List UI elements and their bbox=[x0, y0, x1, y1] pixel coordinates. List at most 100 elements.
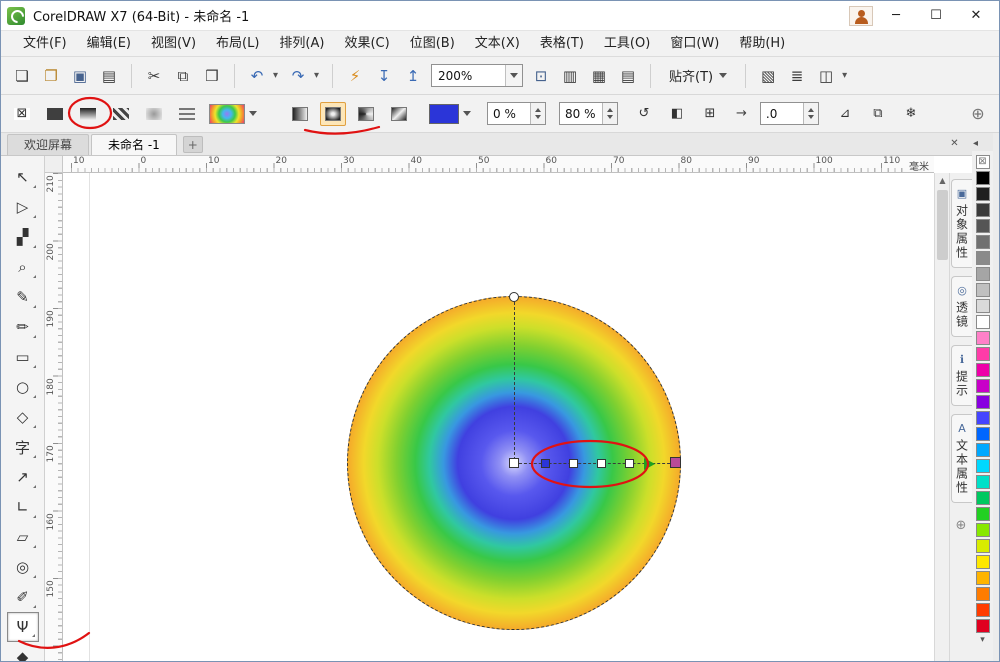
application-list-button[interactable]: ≣ bbox=[784, 63, 810, 89]
no-color-swatch[interactable]: ⊠ bbox=[976, 155, 990, 169]
scale-transparency-button[interactable]: ⊞ bbox=[697, 102, 723, 126]
scrollbar-thumb[interactable] bbox=[937, 190, 948, 260]
uniform-transparency-button[interactable] bbox=[42, 102, 68, 126]
parallel-dimension-tool[interactable]: ↗ bbox=[7, 462, 39, 492]
gradient-node-4[interactable] bbox=[625, 459, 634, 468]
artistic-media-tool[interactable]: ✏ bbox=[7, 312, 39, 342]
open-button[interactable]: ❐ bbox=[38, 63, 64, 89]
color-swatch[interactable] bbox=[976, 603, 990, 617]
contour-tool[interactable]: ◎ bbox=[7, 552, 39, 582]
menu-edit[interactable]: 编辑(E) bbox=[77, 32, 141, 56]
color-swatch[interactable] bbox=[976, 411, 990, 425]
linear-transparency-button[interactable] bbox=[287, 102, 313, 126]
drop-shadow-tool[interactable]: ▱ bbox=[7, 522, 39, 552]
color-swatch[interactable] bbox=[976, 315, 990, 329]
shape-tool[interactable]: ▷ bbox=[7, 192, 39, 222]
skew-transparency-button[interactable]: ⊿ bbox=[832, 102, 858, 126]
color-swatch[interactable] bbox=[976, 251, 990, 265]
color-swatch[interactable] bbox=[976, 587, 990, 601]
fullscreen-preview-button[interactable]: ⊡ bbox=[528, 63, 554, 89]
menu-window[interactable]: 窗口(W) bbox=[660, 32, 729, 56]
undo-dropdown[interactable]: ▾ bbox=[269, 63, 282, 89]
color-swatch[interactable] bbox=[976, 539, 990, 553]
zoom-dropdown-icon[interactable] bbox=[505, 65, 522, 86]
color-eyedropper-tool[interactable]: ✐ bbox=[7, 582, 39, 612]
color-swatch[interactable] bbox=[976, 459, 990, 473]
save-button[interactable]: ▣ bbox=[67, 63, 93, 89]
picker-dropdown-icon[interactable] bbox=[245, 104, 260, 124]
fountain-transparency-button[interactable] bbox=[75, 102, 101, 126]
gradient-center-handle[interactable] bbox=[509, 458, 519, 468]
color-swatch[interactable] bbox=[976, 283, 990, 297]
mirror-transparency-button[interactable]: ◧ bbox=[664, 102, 690, 126]
show-guidelines-button[interactable]: ▤ bbox=[615, 63, 641, 89]
gradient-node-selected[interactable] bbox=[541, 459, 550, 468]
menu-bitmaps[interactable]: 位图(B) bbox=[400, 32, 465, 56]
color-swatch[interactable] bbox=[976, 395, 990, 409]
tab-welcome-screen[interactable]: 欢迎屏幕 bbox=[7, 134, 89, 155]
rotation-spinner[interactable]: .0 bbox=[760, 102, 819, 125]
menu-text[interactable]: 文本(X) bbox=[465, 32, 530, 56]
redo-dropdown[interactable]: ▾ bbox=[310, 63, 323, 89]
spinner-stepper[interactable] bbox=[530, 103, 545, 124]
connector-tool[interactable]: ∟ bbox=[7, 492, 39, 522]
horizontal-ruler[interactable]: 100102030405060708090100110 毫米 bbox=[63, 156, 934, 173]
user-account-button[interactable] bbox=[849, 6, 873, 26]
drawing-canvas[interactable] bbox=[63, 173, 934, 662]
reverse-transparency-button[interactable]: ↺ bbox=[631, 102, 657, 126]
tab-untitled-1[interactable]: 未命名 -1 bbox=[91, 134, 177, 155]
options-button[interactable]: ▧ bbox=[755, 63, 781, 89]
import-button[interactable]: ↧ bbox=[371, 63, 397, 89]
color-swatch[interactable] bbox=[976, 507, 990, 521]
copy-transparency-button[interactable]: ⧉ bbox=[865, 102, 891, 126]
maximize-button[interactable]: ☐ bbox=[919, 4, 953, 28]
pick-tool[interactable]: ↖ bbox=[7, 162, 39, 192]
color-swatch[interactable] bbox=[976, 363, 990, 377]
undo-button[interactable]: ↶ bbox=[244, 63, 270, 89]
docker-close-button[interactable]: ✕ bbox=[947, 136, 962, 151]
rotation-value[interactable]: .0 bbox=[761, 103, 803, 124]
menu-layout[interactable]: 布局(L) bbox=[206, 32, 269, 56]
app-launcher-button[interactable]: ⚡ bbox=[342, 63, 368, 89]
color-dropdown-icon[interactable] bbox=[459, 104, 474, 124]
color-swatch[interactable] bbox=[976, 555, 990, 569]
gradient-direction-arrow[interactable] bbox=[644, 458, 655, 470]
docker-tab-object-properties[interactable]: ▣ 对象属性 bbox=[951, 179, 972, 268]
transparency-tool[interactable]: Ψ bbox=[7, 612, 39, 642]
window-view-button[interactable]: ◫ bbox=[813, 63, 839, 89]
show-rulers-button[interactable]: ▥ bbox=[557, 63, 583, 89]
text-tool[interactable]: 字 bbox=[7, 432, 39, 462]
color-swatch[interactable] bbox=[976, 475, 990, 489]
color-swatch[interactable] bbox=[976, 491, 990, 505]
window-view-dropdown[interactable]: ▾ bbox=[838, 63, 851, 89]
vertical-scrollbar[interactable]: ▲ bbox=[934, 173, 949, 662]
menu-arrange[interactable]: 排列(A) bbox=[269, 32, 334, 56]
new-document-tab-button[interactable]: + bbox=[183, 136, 203, 153]
texture-transparency-button[interactable] bbox=[141, 102, 167, 126]
zoom-tool[interactable]: ⌕ bbox=[7, 252, 39, 282]
color-swatch[interactable] bbox=[976, 187, 990, 201]
vertical-ruler[interactable]: 210200190180170160150 bbox=[45, 173, 63, 662]
docker-tab-hints[interactable]: ℹ 提示 bbox=[951, 345, 972, 406]
rectangle-tool[interactable]: ▭ bbox=[7, 342, 39, 372]
node-transparency-value[interactable]: 0 % bbox=[488, 103, 530, 124]
menu-view[interactable]: 视图(V) bbox=[141, 32, 206, 56]
color-swatch[interactable] bbox=[976, 267, 990, 281]
scroll-up-button[interactable]: ▲ bbox=[935, 173, 950, 188]
ruler-origin-box[interactable] bbox=[45, 156, 63, 173]
pattern-transparency-button[interactable] bbox=[108, 102, 134, 126]
new-document-button[interactable]: ❏ bbox=[9, 63, 35, 89]
quick-customize-button[interactable]: ⊕ bbox=[953, 517, 970, 534]
transparency-picker-dropdown[interactable] bbox=[209, 104, 260, 124]
close-button[interactable]: ✕ bbox=[959, 4, 993, 28]
transparency-midpoint-spinner[interactable]: 80 % bbox=[559, 102, 618, 125]
show-grid-button[interactable]: ▦ bbox=[586, 63, 612, 89]
color-swatch[interactable] bbox=[976, 331, 990, 345]
copy-button[interactable]: ⧉ bbox=[170, 63, 196, 89]
color-swatch[interactable] bbox=[976, 443, 990, 457]
color-swatch[interactable] bbox=[976, 347, 990, 361]
menu-help[interactable]: 帮助(H) bbox=[729, 32, 795, 56]
zoom-level-combobox[interactable]: 200% bbox=[431, 64, 523, 87]
rectangular-transparency-button[interactable] bbox=[386, 102, 412, 126]
color-swatch[interactable] bbox=[976, 171, 990, 185]
